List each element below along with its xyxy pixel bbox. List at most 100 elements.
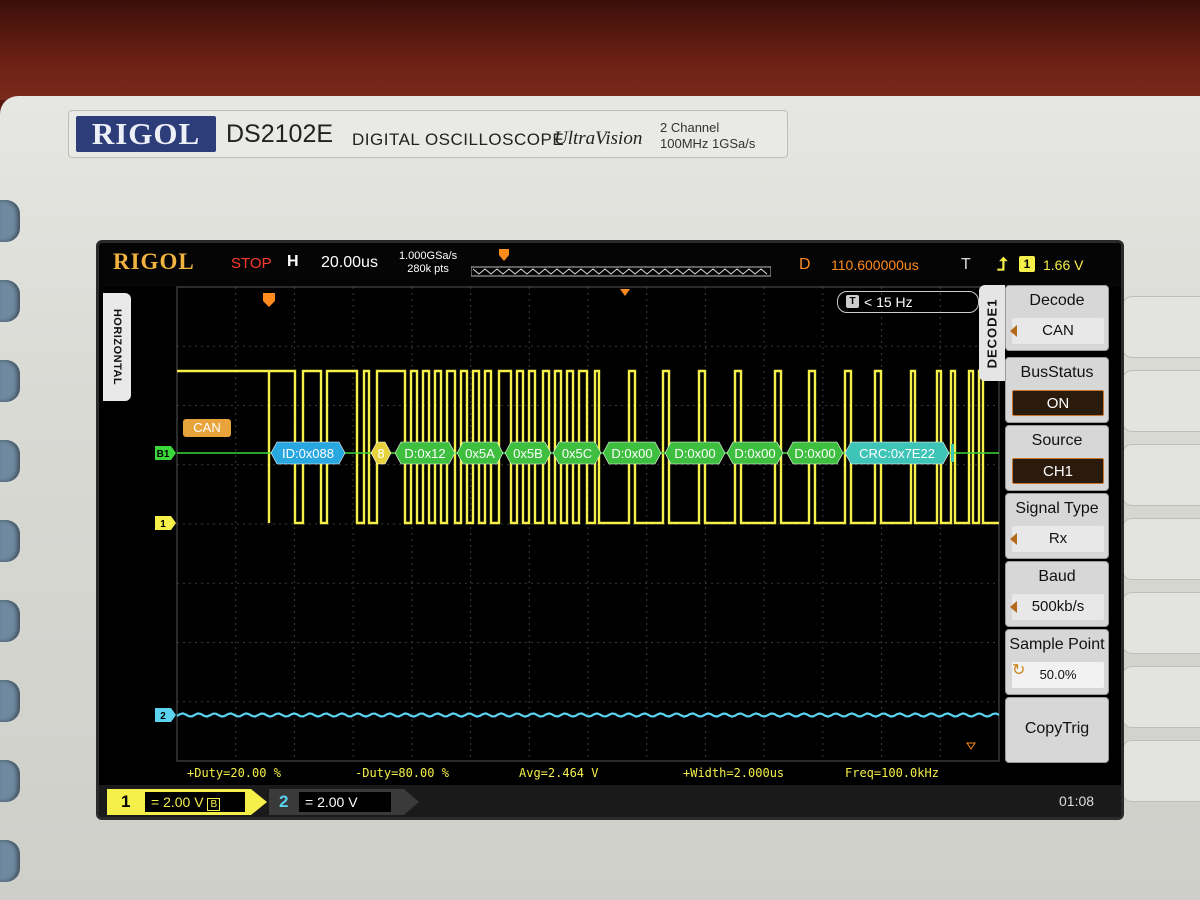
menu-softkey-3[interactable] (1122, 444, 1200, 506)
frame-label: 0x5A (465, 446, 495, 461)
spec-bandwidth: 100MHz 1GSa/s (660, 136, 756, 151)
menu-item-decode[interactable]: Decode CAN (1005, 285, 1109, 351)
measurement-item: +Width=2.000us (683, 766, 785, 780)
bus-marker-label: B1 (157, 449, 170, 460)
frame-data: D:0x00 (602, 441, 662, 465)
frame-label: D:0x00 (734, 446, 775, 461)
measurement-item: +Duty=20.00 % (187, 766, 281, 780)
menu-item-sample-point[interactable]: Sample Point 50.0% ↻ (1005, 629, 1109, 695)
frame-label: 0x5C (562, 446, 592, 461)
menu-item-label: Signal Type (1015, 500, 1099, 517)
frame-label: ID:0x088 (282, 446, 334, 461)
frame-end-marker (951, 444, 954, 462)
menu-item-label: CopyTrig (1024, 720, 1090, 737)
side-key-7[interactable] (0, 680, 20, 722)
ch1-marker-label: 1 (160, 519, 166, 530)
menu-item-value: ON (1012, 390, 1104, 416)
frame-data: D:0x00 (664, 441, 726, 465)
menu-item-copytrig[interactable]: CopyTrig (1005, 697, 1109, 763)
ch1-coupling: = (151, 794, 160, 810)
ch1-bw-limit: B (207, 798, 221, 811)
menu-item-value: CH1 (1012, 458, 1104, 484)
ch2-coupling: = (305, 794, 314, 810)
menu-softkey-4[interactable] (1122, 518, 1200, 580)
ch2-scale-tab[interactable]: 2 = 2.00 V (269, 789, 419, 815)
frequency-counter: T < 15 Hz (837, 291, 979, 313)
knob-icon: ↻ (1012, 662, 1026, 679)
instrument-description: DIGITAL OSCILLOSCOPE (352, 130, 565, 149)
ch2-volts: 2.00 V (317, 794, 358, 810)
trigger-time-marker (620, 289, 630, 296)
frame-data: 0x5C (552, 441, 602, 465)
frame-id: ID:0x088 (270, 441, 346, 465)
background-wall (0, 0, 1200, 100)
menu-item-baud[interactable]: Baud 500kb/s (1005, 561, 1109, 627)
decode-frames: ID:0x088 8 D:0x12 0x5A 0x5B 0x5C D:0x00 D:0x00 D… (270, 441, 954, 465)
oscilloscope-screen: RIGOL STOP H 20.00us 1.000GSa/s 280k pts… (96, 240, 1124, 820)
menu-item-busstatus[interactable]: BusStatus ON (1005, 357, 1109, 423)
ch1-marker: 1 (155, 516, 176, 530)
side-key-1[interactable] (0, 200, 20, 242)
ch1-scale: = 2.00 V B (145, 792, 245, 812)
ch2-marker-label: 2 (160, 711, 166, 722)
spec-channels: 2 Channel (660, 120, 720, 135)
menu-item-label: Baud (1038, 568, 1076, 585)
side-key-8[interactable] (0, 760, 20, 802)
decode-menu: Decode CAN BusStatus ON Source CH1 Signal Type… (1005, 285, 1111, 775)
left-arrow-icon (1010, 601, 1017, 613)
menu-item-label: BusStatus (1020, 364, 1094, 381)
side-key-6[interactable] (0, 600, 20, 642)
menu-item-label: Decode (1029, 292, 1085, 309)
spec-text: 2 Channel 100MHz 1GSa/s (660, 120, 755, 152)
frame-label: CRC:0x7E22 (859, 446, 935, 461)
menu-item-source[interactable]: Source CH1 (1005, 425, 1109, 491)
frame-label: D:0x00 (794, 446, 835, 461)
frame-label: D:0x00 (674, 446, 715, 461)
menu-item-value: 500kb/s (1012, 594, 1104, 620)
trigger-level-marker (966, 742, 976, 750)
ch1-volts: 2.00 V (163, 794, 204, 810)
bus-marker: B1 (155, 446, 176, 460)
ch1-scale-tab[interactable]: 1 = 2.00 V B (107, 789, 267, 815)
counter-value: < 15 Hz (864, 294, 913, 310)
side-key-5[interactable] (0, 520, 20, 562)
menu-softkey-2[interactable] (1122, 370, 1200, 432)
menu-item-label: Source (1031, 432, 1083, 449)
menu-item-label: Sample Point (1009, 636, 1105, 653)
frame-data: 0x5B (504, 441, 552, 465)
left-arrow-icon (1010, 533, 1017, 545)
frame-label: D:0x12 (404, 446, 445, 461)
menu-item-value: 50.0% (1012, 662, 1104, 688)
menu-softkey-7[interactable] (1122, 740, 1200, 802)
frame-data: D:0x12 (394, 441, 456, 465)
ch2-scale: = 2.00 V (299, 792, 391, 812)
frame-data: D:0x00 (786, 441, 844, 465)
side-key-4[interactable] (0, 440, 20, 482)
measurement-item: Freq=100.0kHz (845, 766, 939, 780)
menu-item-signal-type[interactable]: Signal Type Rx (1005, 493, 1109, 559)
counter-channel-icon: T (846, 295, 859, 308)
frame-data: D:0x00 (726, 441, 784, 465)
measurement-item: Avg=2.464 V (519, 766, 599, 780)
ch1-number: 1 (121, 792, 131, 811)
pre-trigger-marker (263, 293, 275, 307)
series-logo: UltraVision (554, 128, 643, 149)
menu-softkey-1[interactable] (1122, 296, 1200, 358)
menu-softkey-6[interactable] (1122, 666, 1200, 728)
menu-softkey-5[interactable] (1122, 592, 1200, 654)
side-key-2[interactable] (0, 280, 20, 322)
frame-label: 8 (377, 446, 384, 461)
menu-item-value: CAN (1012, 318, 1104, 344)
bus-protocol-tag: CAN (183, 419, 231, 437)
ch2-number: 2 (279, 792, 289, 811)
brand-logo: RIGOL (76, 116, 216, 152)
left-arrow-icon (1010, 325, 1017, 337)
clock: 01:08 (1059, 793, 1095, 809)
side-key-3[interactable] (0, 360, 20, 402)
side-key-9[interactable] (0, 840, 20, 882)
frame-data: 0x5A (456, 441, 504, 465)
measurement-item: -Duty=80.00 % (355, 766, 449, 780)
frame-crc: CRC:0x7E22 (844, 441, 950, 465)
frame-label: D:0x00 (611, 446, 652, 461)
frame-dlc: 8 (370, 441, 392, 465)
